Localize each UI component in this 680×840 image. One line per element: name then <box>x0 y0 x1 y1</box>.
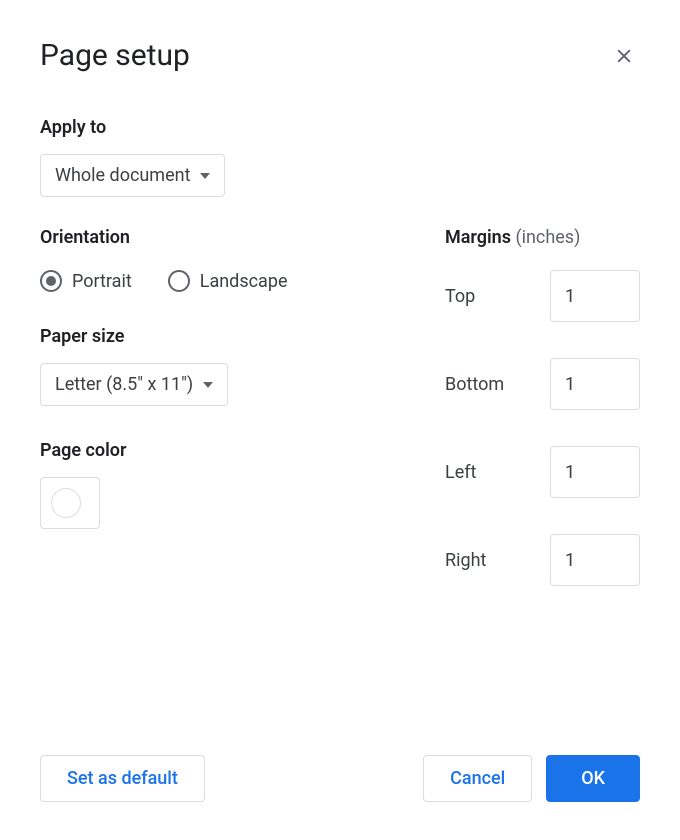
dialog-title: Page setup <box>40 38 190 73</box>
page-color-dropdown[interactable] <box>40 477 100 529</box>
set-as-default-button[interactable]: Set as default <box>40 755 205 802</box>
ok-button[interactable]: OK <box>546 755 640 802</box>
paper-size-dropdown[interactable]: Letter (8.5" x 11") <box>40 363 228 406</box>
close-icon <box>614 46 634 66</box>
apply-to-label: Apply to <box>40 117 640 138</box>
margin-bottom-input[interactable] <box>550 358 640 410</box>
color-swatch-icon <box>51 488 81 518</box>
orientation-label: Orientation <box>40 227 395 248</box>
margins-label: Margins (inches) <box>445 227 640 248</box>
margin-left-input[interactable] <box>550 446 640 498</box>
margin-top-label: Top <box>445 286 475 307</box>
orientation-portrait-radio[interactable]: Portrait <box>40 270 132 292</box>
caret-down-icon <box>200 173 210 179</box>
caret-down-icon <box>203 382 213 388</box>
close-button[interactable] <box>608 40 640 72</box>
orientation-portrait-label: Portrait <box>72 271 132 292</box>
margin-top-input[interactable] <box>550 270 640 322</box>
apply-to-value: Whole document <box>55 165 190 186</box>
page-color-label: Page color <box>40 440 395 461</box>
apply-to-dropdown[interactable]: Whole document <box>40 154 225 197</box>
cancel-button[interactable]: Cancel <box>423 755 532 802</box>
paper-size-value: Letter (8.5" x 11") <box>55 374 193 395</box>
margins-unit: (inches) <box>515 227 580 248</box>
margin-right-label: Right <box>445 550 486 571</box>
margin-bottom-label: Bottom <box>445 374 504 395</box>
orientation-landscape-label: Landscape <box>200 271 288 292</box>
margin-right-input[interactable] <box>550 534 640 586</box>
orientation-landscape-radio[interactable]: Landscape <box>168 270 288 292</box>
radio-icon <box>168 270 190 292</box>
radio-icon <box>40 270 62 292</box>
paper-size-label: Paper size <box>40 326 395 347</box>
margin-left-label: Left <box>445 462 476 483</box>
